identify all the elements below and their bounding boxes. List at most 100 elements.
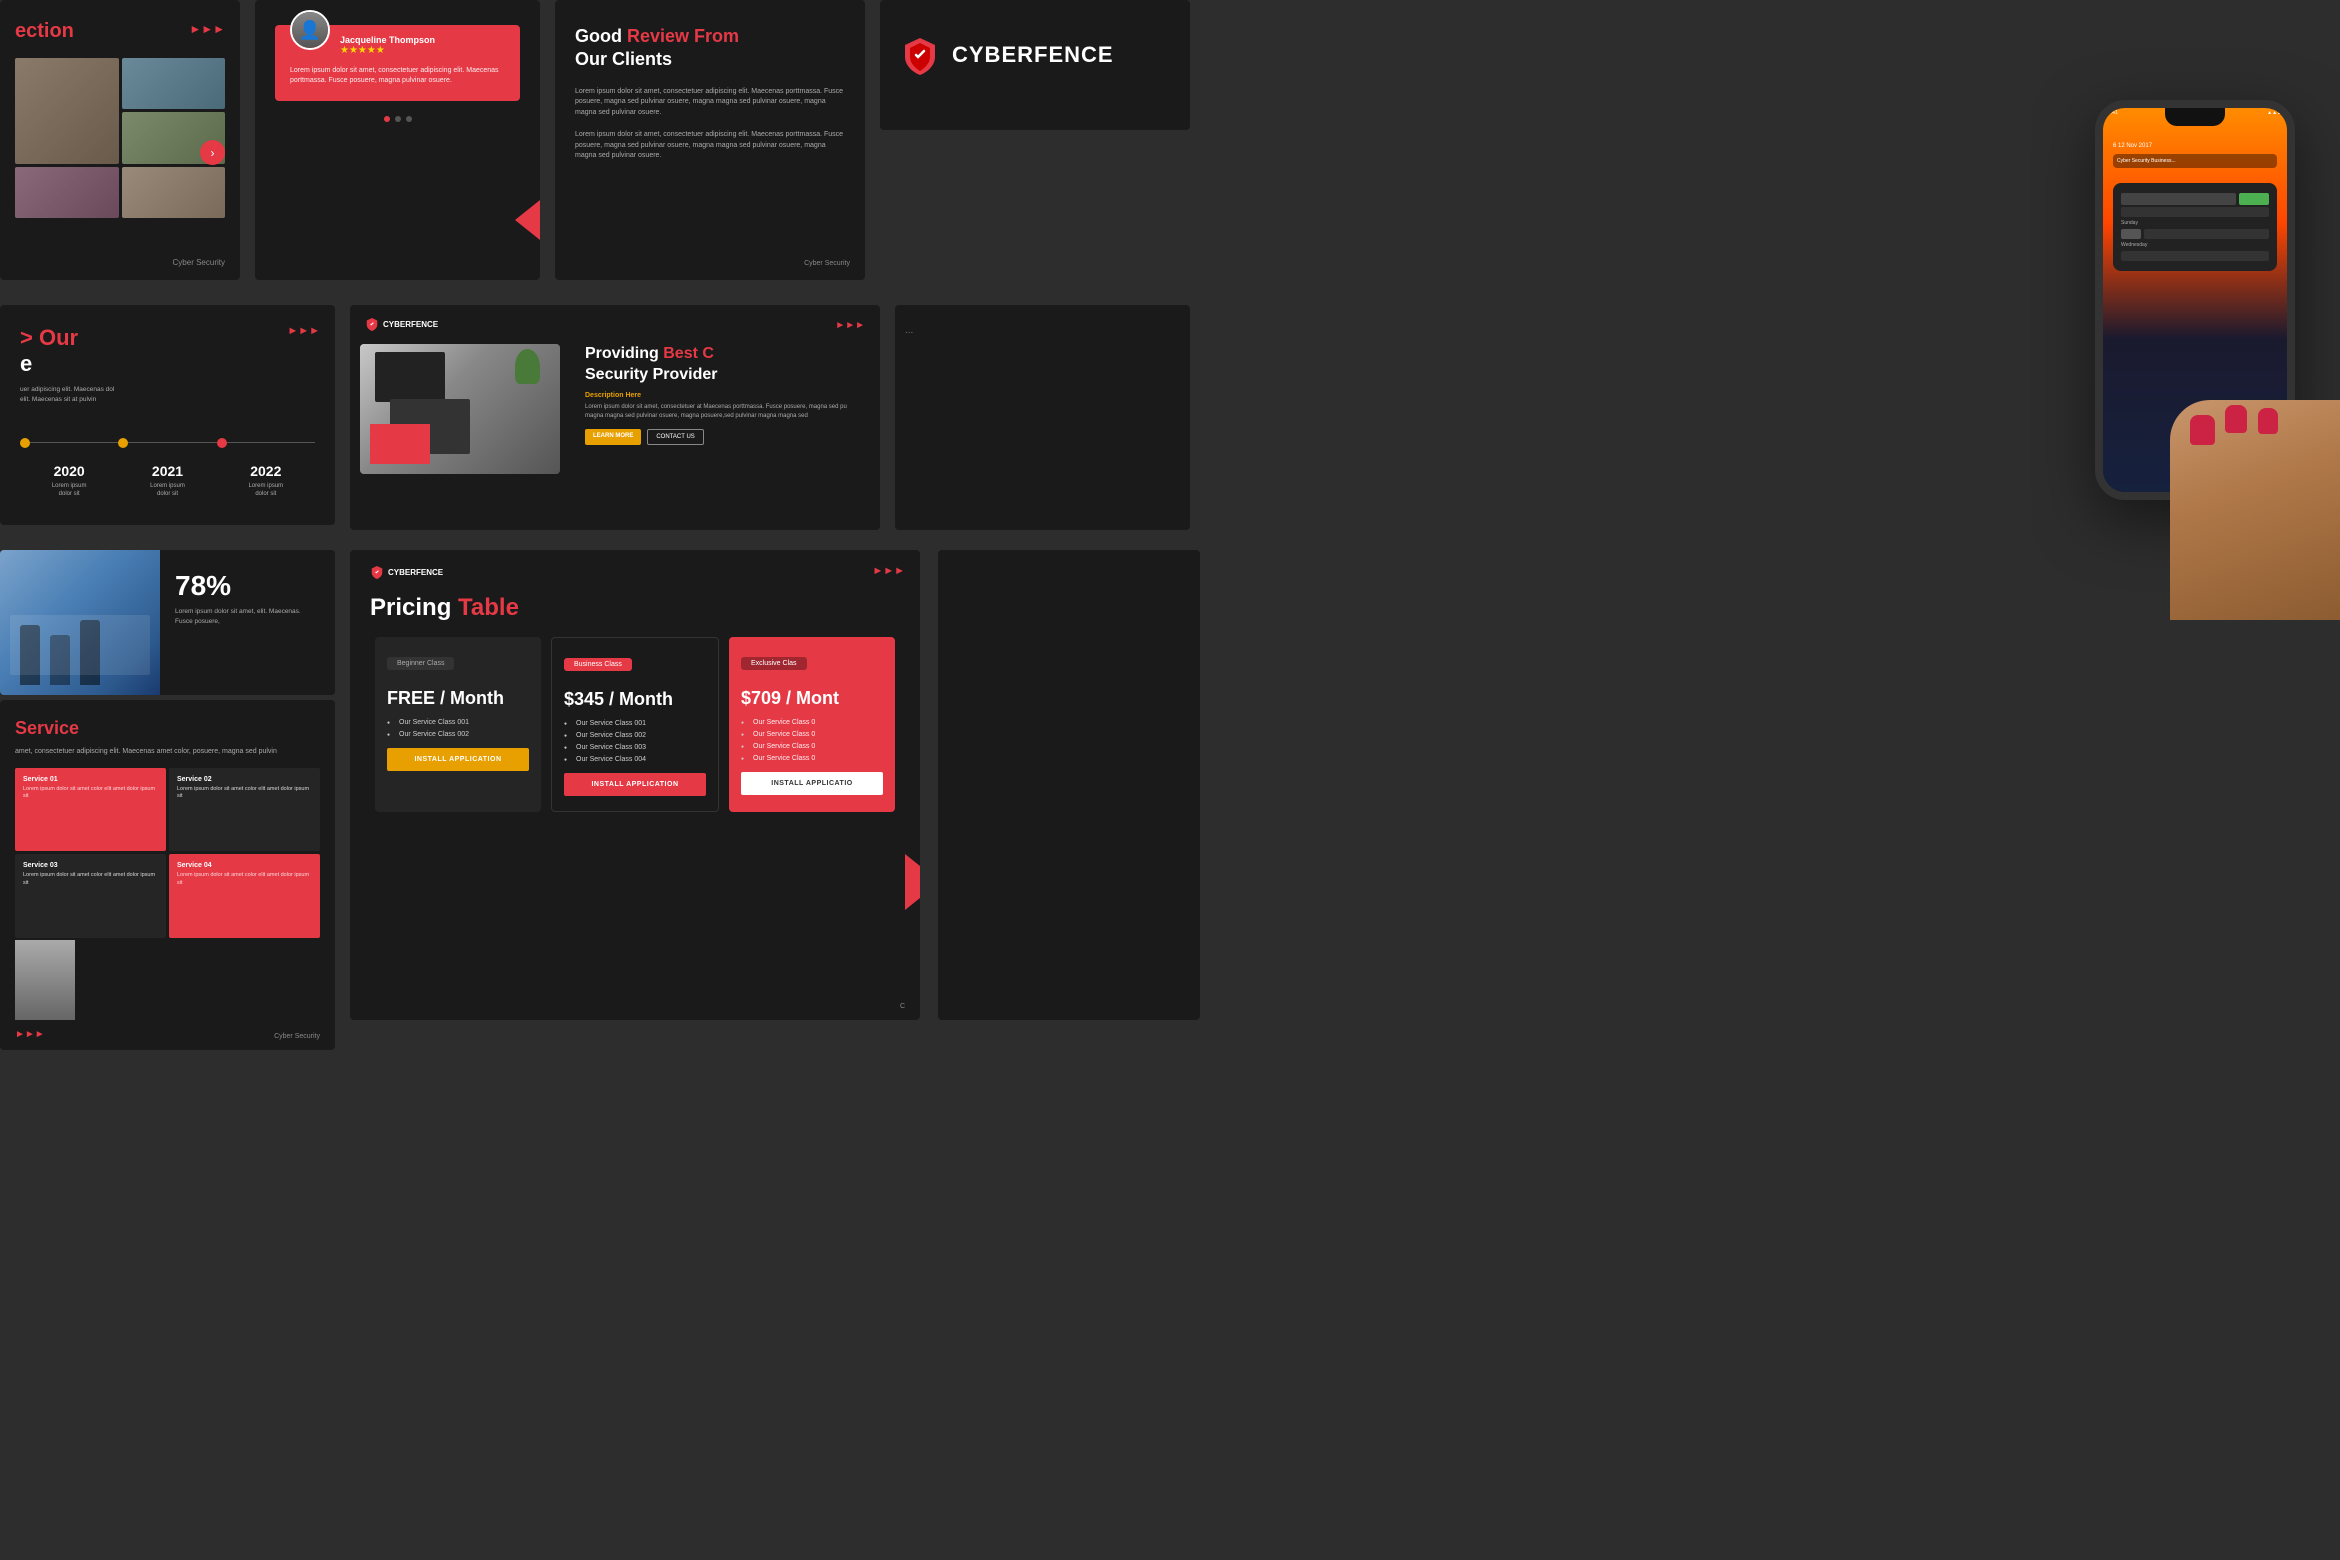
- timeline-body: uer adipiscing elit. Maecenas dolelit. M…: [0, 377, 335, 413]
- beginner-class-card: Beginner Class FREE / Month Our Service …: [375, 637, 541, 812]
- beginner-price: FREE / Month: [387, 688, 529, 709]
- brand-name: CYBERFENCE: [952, 42, 1114, 68]
- pricing-footer: C: [900, 1003, 905, 1010]
- dot-1[interactable]: [384, 116, 390, 122]
- phone-label-wednesday: Wednesday: [2121, 242, 2269, 248]
- product-description: Lorem ipsum dolor sit amet, consectetuer…: [585, 403, 865, 421]
- laptop-screen: [375, 352, 445, 402]
- business-badge: Business Class: [564, 658, 632, 671]
- timeline-subtitle: e: [0, 351, 335, 377]
- fingernail-3: [2258, 408, 2278, 434]
- business-price: $345 / Month: [564, 689, 706, 710]
- slide-service: Service amet, consectetuer adipiscing el…: [0, 700, 335, 1050]
- exclusive-services: Our Service Class 0 Our Service Class 0 …: [741, 719, 883, 762]
- shield-icon: [900, 35, 940, 75]
- beginner-badge: Beginner Class: [387, 657, 454, 670]
- percent-value: 78%: [175, 570, 320, 602]
- timeline-years: 2020 Lorem ipsumdolor sit 2021 Lorem ips…: [0, 463, 335, 499]
- timeline-dot-3: [217, 438, 227, 448]
- product-brand-name: CYBERFENCE: [383, 320, 438, 329]
- person-photo: [15, 940, 75, 1020]
- logo-area: CYBERFENCE: [880, 0, 1190, 110]
- pricing-title: Pricing Table: [350, 589, 920, 637]
- slide-partial-right: ...: [895, 305, 1190, 530]
- service-1-desc: Lorem ipsum dolor sit amet color elit am…: [23, 786, 158, 801]
- product-text-side: Providing Best C Security Provider Descr…: [570, 339, 880, 499]
- contact-us-button[interactable]: CONTACT US: [647, 429, 703, 445]
- pricing-logo: CYBERFENCE: [370, 565, 443, 579]
- year-2020-text: Lorem ipsumdolor sit: [20, 482, 118, 499]
- office-image: [0, 550, 160, 695]
- dot-3[interactable]: [406, 116, 412, 122]
- timeline-line-3: [227, 442, 315, 443]
- year-2021: 2021 Lorem ipsumdolor sit: [118, 463, 216, 499]
- exclusive-service-1: Our Service Class 0: [741, 719, 883, 726]
- phone-label-sunday: Sunday: [2121, 220, 2269, 226]
- slide-review-card: 👤 Jacqueline Thompson ★★★★★ Lorem ipsum …: [255, 0, 540, 280]
- slide-pricing: CYBERFENCE ►►► Pricing Table Beginner Cl…: [350, 550, 920, 1020]
- pricing-cards: Beginner Class FREE / Month Our Service …: [350, 637, 920, 812]
- business-service-4: Our Service Class 004: [564, 756, 706, 763]
- beginner-service-1: Our Service Class 001: [387, 719, 529, 726]
- service-1-title: Service 01: [23, 776, 158, 783]
- pricing-arrows: ►►►: [872, 565, 905, 577]
- service-4-desc: Lorem ipsum dolor sit amet color elit am…: [177, 872, 312, 887]
- timeline-title-red: > Our: [0, 305, 335, 351]
- beginner-install-btn[interactable]: INSTALL APPLICATION: [387, 748, 529, 771]
- exclusive-badge: Exclusive Clas: [741, 657, 807, 670]
- business-service-2: Our Service Class 002: [564, 732, 706, 739]
- slide3-footer: Cyber Security: [789, 255, 865, 272]
- nav-arrow-right[interactable]: ›: [200, 140, 225, 165]
- dot-2[interactable]: [395, 116, 401, 122]
- phone-icons: ▲▲▲: [2267, 110, 2282, 116]
- business-install-btn[interactable]: INSTALL APPLICATION: [564, 773, 706, 796]
- phone-hand: [2170, 400, 2340, 620]
- photo-1: [15, 58, 119, 164]
- timeline-dot-2: [118, 438, 128, 448]
- product-title: Providing Best C Security Provider: [585, 344, 865, 386]
- product-buttons: LEARN MORE CONTACT US: [585, 429, 865, 445]
- exclusive-service-3: Our Service Class 0: [741, 743, 883, 750]
- product-content: Providing Best C Security Provider Descr…: [350, 339, 880, 499]
- learn-more-button[interactable]: LEARN MORE: [585, 429, 641, 445]
- exclusive-install-btn[interactable]: INSTALL APPLICATIO: [741, 772, 883, 795]
- product-shield-icon: [365, 317, 379, 331]
- desc-label: Description Here: [585, 392, 865, 399]
- service-title: Service: [0, 700, 335, 747]
- title-our-clients: Our Clients: [575, 49, 672, 69]
- service-3-title: Service 03: [23, 862, 158, 869]
- service-arrows: ►►►: [15, 1029, 45, 1040]
- business-service-3: Our Service Class 003: [564, 744, 706, 751]
- review-body-2: Lorem ipsum dolor sit amet, consectetuer…: [555, 130, 865, 162]
- year-2020-label: 2020: [20, 463, 118, 479]
- service-footer-text: Cyber Security: [274, 1033, 320, 1040]
- slide-review-text: Good Review From Our Clients Lorem ipsum…: [555, 0, 865, 280]
- exclusive-partial-content: [938, 550, 1200, 580]
- service-desc: amet, consectetuer adipiscing elit. Maec…: [0, 747, 335, 758]
- stats-content: 78% Lorem ipsum dolor sit amet, elit. Ma…: [0, 550, 335, 695]
- pricing-header: CYBERFENCE ►►►: [350, 550, 920, 589]
- fingernail-1: [2190, 415, 2215, 445]
- service-cell-1: Service 01 Lorem ipsum dolor sit amet co…: [15, 768, 166, 852]
- year-2022-label: 2022: [217, 463, 315, 479]
- phone-ui-row-4: [2121, 251, 2269, 261]
- reviewer-avatar: 👤: [290, 10, 330, 50]
- timeline-dot-1: [20, 438, 30, 448]
- service-4-title: Service 04: [177, 862, 312, 869]
- exclusive-service-4: Our Service Class 0: [741, 755, 883, 762]
- pricing-title-black: Pricing: [370, 594, 458, 621]
- year-2021-label: 2021: [118, 463, 216, 479]
- exclusive-class-card: Exclusive Clas $709 / Mont Our Service C…: [729, 637, 895, 812]
- review-card: 👤 Jacqueline Thompson ★★★★★ Lorem ipsum …: [275, 25, 520, 101]
- stats-side: 78% Lorem ipsum dolor sit amet, elit. Ma…: [160, 550, 335, 695]
- title-red: Review From: [627, 26, 739, 46]
- service-grid: Service 01 Lorem ipsum dolor sit amet co…: [15, 768, 320, 938]
- slide1-arrows: ►►►: [189, 22, 225, 36]
- timeline-line-1: [30, 442, 118, 443]
- service-2-title: Service 02: [177, 776, 312, 783]
- percent-description: Lorem ipsum dolor sit amet, elit. Maecen…: [175, 607, 320, 627]
- service-3-desc: Lorem ipsum dolor sit amet color elit am…: [23, 872, 158, 887]
- photo-5: [122, 167, 226, 218]
- slide1-footer: Cyber Security: [158, 253, 240, 272]
- title-red-part: Best C: [663, 345, 714, 362]
